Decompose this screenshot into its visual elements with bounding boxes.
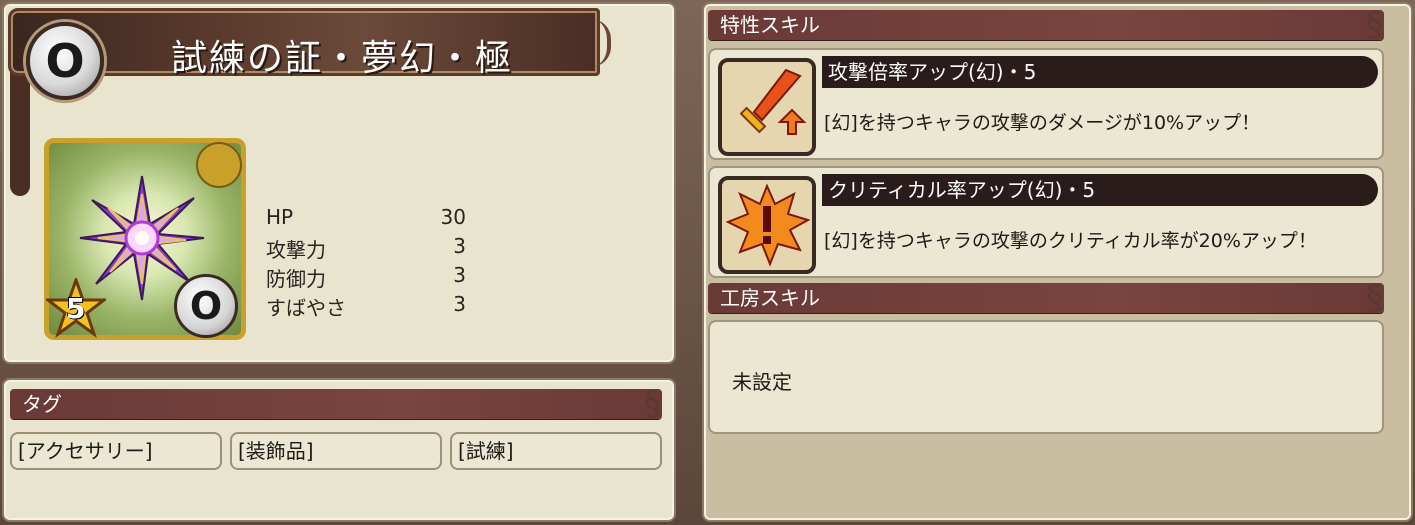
scroll-curl-icon: § — [1366, 5, 1383, 45]
ring-glyph: O — [45, 34, 85, 88]
workshop-header-label: 工房スキル — [720, 286, 820, 310]
trait-skill-2[interactable]: クリティカル率アップ(幻)・5 [幻]を持つキャラの攻撃のクリティカル率が20%… — [708, 166, 1384, 278]
tag-header-label: タグ — [22, 392, 62, 416]
stat-value: 3 — [453, 263, 466, 287]
tag-ornament[interactable]: [装飾品] — [230, 432, 442, 470]
stat-label: 攻撃力 — [266, 238, 326, 262]
stat-label: HP — [266, 205, 294, 229]
stats-table: HP 30 攻撃力 3 防御力 3 すばやさ 3 — [266, 205, 466, 321]
stat-value: 30 — [440, 205, 466, 229]
rarity-number: 5 — [66, 292, 86, 325]
tag-trial[interactable]: [試練] — [450, 432, 662, 470]
stat-value: 3 — [453, 234, 466, 258]
scroll-curl-icon: § — [644, 384, 661, 424]
workshop-skill-box[interactable]: 未設定 — [708, 320, 1384, 434]
workshop-skill-value: 未設定 — [732, 370, 792, 394]
sword-up-icon — [718, 58, 816, 156]
ring-small-glyph: O — [189, 284, 223, 328]
skill-description: [幻]を持つキャラの攻撃のダメージが10%アップ！ — [824, 112, 1261, 134]
scroll-curl-icon: § — [1366, 278, 1383, 318]
tag-accessory[interactable]: [アクセサリー] — [10, 432, 222, 470]
stat-row-hp: HP 30 — [266, 205, 466, 234]
stat-label: すばやさ — [266, 296, 346, 320]
ring-category-icon: O — [26, 22, 104, 100]
item-name: 試練の証・夢幻・極 — [171, 38, 514, 79]
ring-type-icon: O — [174, 274, 238, 338]
critical-up-icon — [718, 176, 816, 274]
stat-row-speed: すばやさ 3 — [266, 292, 466, 321]
tag-section-header: タグ § — [10, 385, 662, 423]
stat-value: 3 — [453, 292, 466, 316]
trait-skill-header: 特性スキル § — [708, 6, 1384, 44]
stat-row-attack: 攻撃力 3 — [266, 234, 466, 263]
banner-side-ornament — [10, 70, 30, 196]
skill-description: [幻]を持つキャラの攻撃のクリティカル率が20%アップ！ — [824, 230, 1317, 252]
skill-title: クリティカル率アップ(幻)・5 — [822, 174, 1378, 206]
element-emblem-icon — [196, 142, 242, 188]
stat-label: 防御力 — [266, 267, 326, 291]
trait-skill-1[interactable]: 攻撃倍率アップ(幻)・5 [幻]を持つキャラの攻撃のダメージが10%アップ！ — [708, 48, 1384, 160]
skill-title: 攻撃倍率アップ(幻)・5 — [822, 56, 1378, 88]
trait-header-label: 特性スキル — [720, 13, 820, 37]
stat-row-defense: 防御力 3 — [266, 263, 466, 292]
workshop-skill-header: 工房スキル § — [708, 279, 1384, 317]
